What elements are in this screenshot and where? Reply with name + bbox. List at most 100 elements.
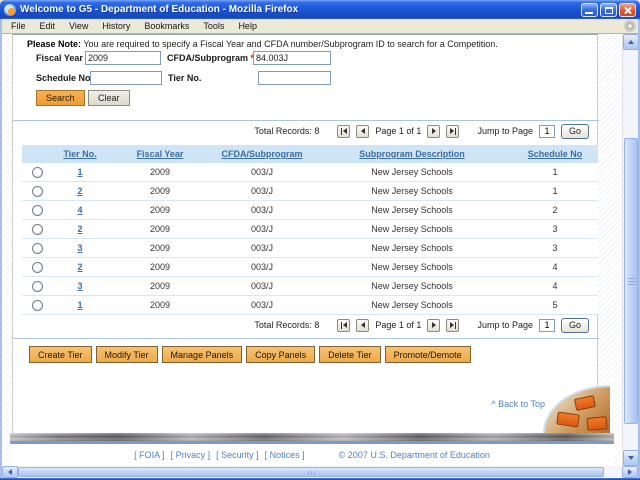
- security-link[interactable]: [ Security ]: [216, 450, 259, 460]
- action-button-bar: Create Tier Modify Tier Manage Panels Co…: [29, 346, 471, 363]
- vertical-scrollbar-thumb[interactable]: [624, 138, 638, 424]
- fiscal-year-column-header[interactable]: Fiscal Year: [108, 149, 212, 159]
- foia-link[interactable]: [ FOIA ]: [134, 450, 165, 460]
- go-button[interactable]: Go: [561, 318, 589, 333]
- schedule-cell: 4: [512, 262, 598, 272]
- tier-link[interactable]: 4: [77, 205, 82, 215]
- row-radio-button[interactable]: [32, 224, 43, 235]
- schedule-cell: 1: [512, 167, 598, 177]
- next-page-icon: [432, 322, 436, 328]
- scroll-up-button[interactable]: [623, 34, 639, 50]
- description-column-header[interactable]: Subprogram Description: [312, 149, 512, 159]
- next-page-button[interactable]: [427, 319, 440, 332]
- privacy-link[interactable]: [ Privacy ]: [171, 450, 211, 460]
- search-button[interactable]: Search: [36, 90, 85, 106]
- delete-tier-button[interactable]: Delete Tier: [319, 346, 381, 363]
- menu-edit[interactable]: Edit: [33, 20, 63, 32]
- tier-link[interactable]: 1: [77, 167, 82, 177]
- cfda-field[interactable]: [253, 51, 331, 65]
- first-page-button[interactable]: [337, 319, 350, 332]
- create-tier-button[interactable]: Create Tier: [29, 346, 92, 363]
- menu-history[interactable]: History: [95, 20, 137, 32]
- tier-no-column-header[interactable]: Tier No.: [52, 149, 108, 159]
- tier-link[interactable]: 2: [77, 224, 82, 234]
- restore-button[interactable]: [600, 3, 617, 17]
- first-page-button[interactable]: [337, 125, 350, 138]
- schedule-cell: 3: [512, 224, 598, 234]
- description-cell: New Jersey Schools: [312, 300, 512, 310]
- last-page-button[interactable]: [446, 125, 459, 138]
- scroll-right-button[interactable]: [622, 466, 638, 478]
- last-page-button[interactable]: [446, 319, 459, 332]
- next-page-button[interactable]: [427, 125, 440, 138]
- tier-no-field[interactable]: [258, 71, 331, 85]
- menu-help[interactable]: Help: [231, 20, 264, 32]
- schedule-no-column-header[interactable]: Schedule No: [512, 149, 598, 159]
- row-radio-button[interactable]: [32, 186, 43, 197]
- content-panel: Please Note: You are required to specify…: [12, 34, 598, 433]
- schedule-cell: 5: [512, 300, 598, 310]
- row-radio-button[interactable]: [32, 262, 43, 273]
- tier-link[interactable]: 1: [77, 300, 82, 310]
- copy-panels-button[interactable]: Copy Panels: [246, 346, 315, 363]
- fiscal-year-label: Fiscal Year *: [36, 53, 89, 63]
- description-cell: New Jersey Schools: [312, 224, 512, 234]
- menu-file[interactable]: File: [4, 20, 33, 32]
- description-cell: New Jersey Schools: [312, 262, 512, 272]
- minimize-button[interactable]: [581, 3, 598, 17]
- cfda-cell: 003/J: [212, 262, 312, 272]
- notice-label: Please Note:: [27, 39, 81, 49]
- manage-panels-button[interactable]: Manage Panels: [162, 346, 243, 363]
- row-radio-button[interactable]: [32, 205, 43, 216]
- cfda-column-header[interactable]: CFDA/Subprogram: [212, 149, 312, 159]
- row-radio-button[interactable]: [32, 243, 43, 254]
- scroll-down-button[interactable]: [623, 450, 639, 466]
- row-radio-button[interactable]: [32, 167, 43, 178]
- modify-tier-button[interactable]: Modify Tier: [96, 346, 158, 363]
- scroll-left-button[interactable]: [2, 466, 18, 478]
- restore-icon: [605, 7, 613, 14]
- table-row: 1 2009 003/J New Jersey Schools 1: [22, 163, 598, 182]
- jump-to-page-input[interactable]: [539, 319, 555, 332]
- tier-link[interactable]: 3: [77, 243, 82, 253]
- fiscal-year-cell: 2009: [108, 262, 212, 272]
- clear-button[interactable]: Clear: [88, 90, 130, 106]
- row-radio-button[interactable]: [32, 281, 43, 292]
- table-header-row: Tier No. Fiscal Year CFDA/Subprogram Sub…: [22, 145, 598, 163]
- schedule-no-label: Schedule No: [36, 73, 91, 83]
- close-icon: [624, 6, 632, 14]
- browser-window: Welcome to G5 - Department of Education …: [0, 0, 640, 480]
- vertical-scrollbar[interactable]: [622, 34, 638, 466]
- close-button[interactable]: [619, 3, 636, 17]
- tier-no-label: Tier No.: [168, 73, 201, 83]
- prev-page-icon: [361, 322, 365, 328]
- horizontal-scrollbar-thumb[interactable]: [18, 467, 604, 477]
- prev-page-button[interactable]: [356, 319, 369, 332]
- jump-to-page-input[interactable]: [539, 125, 555, 138]
- prev-page-button[interactable]: [356, 125, 369, 138]
- pagination-top: Total Records: 8 Page 1 of 1 Jump to Pag…: [254, 123, 589, 139]
- back-to-top-link[interactable]: ^ Back to Top: [491, 399, 545, 409]
- tier-link[interactable]: 2: [77, 262, 82, 272]
- tier-link[interactable]: 2: [77, 186, 82, 196]
- notices-link[interactable]: [ Notices ]: [265, 450, 305, 460]
- table-row: 3 2009 003/J New Jersey Schools 3: [22, 239, 598, 258]
- horizontal-scrollbar[interactable]: [2, 466, 638, 478]
- go-button[interactable]: Go: [561, 124, 589, 139]
- fiscal-year-cell: 2009: [108, 186, 212, 196]
- row-radio-button[interactable]: [32, 300, 43, 311]
- fiscal-year-cell: 2009: [108, 281, 212, 291]
- menu-tools[interactable]: Tools: [196, 20, 231, 32]
- schedule-no-field[interactable]: [90, 71, 162, 85]
- promote-demote-button[interactable]: Promote/Demote: [385, 346, 471, 363]
- menu-bookmarks[interactable]: Bookmarks: [137, 20, 196, 32]
- menu-view[interactable]: View: [62, 20, 95, 32]
- prev-page-icon: [361, 128, 365, 134]
- minimize-icon: [585, 12, 593, 14]
- schedule-cell: 3: [512, 243, 598, 253]
- fiscal-year-field[interactable]: [85, 51, 161, 65]
- first-page-icon: [343, 128, 347, 134]
- tier-link[interactable]: 3: [77, 281, 82, 291]
- last-page-icon: [450, 128, 454, 134]
- window-title: Welcome to G5 - Department of Education …: [20, 4, 298, 15]
